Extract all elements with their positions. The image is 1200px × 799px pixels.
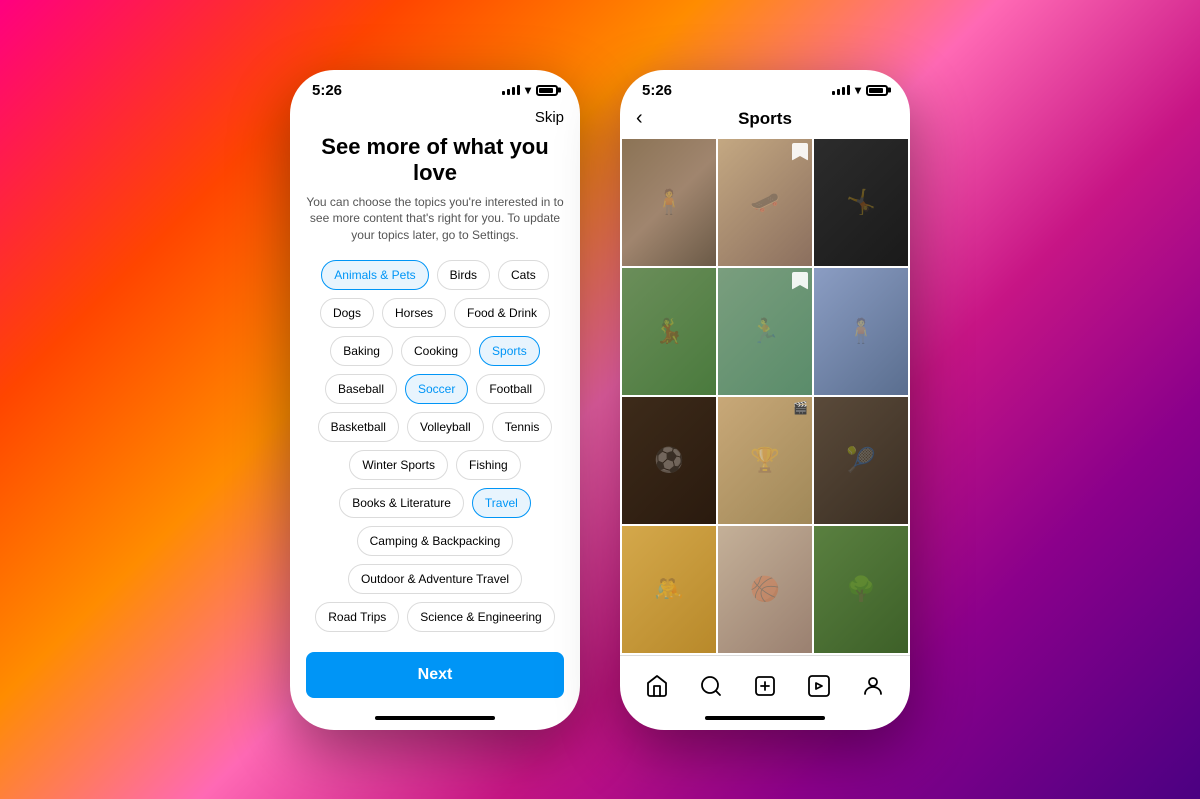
- tag-animals-pets[interactable]: Animals & Pets: [321, 260, 428, 290]
- signal-icon: [502, 85, 520, 95]
- status-bar-2: 5:26 ▾: [620, 70, 910, 105]
- tag-baking[interactable]: Baking: [330, 336, 393, 366]
- status-icons-1: ▾: [502, 83, 558, 97]
- page-title: Sports: [738, 109, 792, 129]
- tag-books-literature[interactable]: Books & Literature: [339, 488, 464, 518]
- grid-cell-2[interactable]: 🛹: [718, 139, 812, 266]
- tag-soccer[interactable]: Soccer: [405, 374, 468, 404]
- wifi-icon: ▾: [525, 83, 531, 97]
- tags-container: Animals & Pets Birds Cats Dogs Horses Fo…: [306, 260, 564, 636]
- tag-cooking[interactable]: Cooking: [401, 336, 471, 366]
- tag-tennis[interactable]: Tennis: [492, 412, 553, 442]
- battery-icon-2: [866, 85, 888, 96]
- search-nav-icon[interactable]: [693, 668, 729, 704]
- next-button[interactable]: Next: [306, 652, 564, 698]
- tag-outdoor-adventure[interactable]: Outdoor & Adventure Travel: [348, 564, 522, 594]
- grid-cell-6[interactable]: 🧍: [814, 268, 908, 395]
- tag-food-drink[interactable]: Food & Drink: [454, 298, 550, 328]
- reels-nav-icon[interactable]: [801, 668, 837, 704]
- grid-cell-12[interactable]: 🌳: [814, 526, 908, 653]
- grid-cell-3[interactable]: 🤸: [814, 139, 908, 266]
- add-nav-icon[interactable]: [747, 668, 783, 704]
- status-bar-1: 5:26 ▾: [290, 70, 580, 105]
- profile-nav-icon[interactable]: [855, 668, 891, 704]
- status-icons-2: ▾: [832, 83, 888, 97]
- grid-cell-11[interactable]: 🏀: [718, 526, 812, 653]
- topics-body: Skip See more of what you love You can c…: [290, 105, 580, 636]
- tag-road-trips[interactable]: Road Trips: [315, 602, 399, 632]
- tag-fishing[interactable]: Fishing: [456, 450, 521, 480]
- tag-birds[interactable]: Birds: [437, 260, 490, 290]
- phone-1: 5:26 ▾ Skip See more of what you love Yo…: [290, 70, 580, 730]
- grid-cell-10[interactable]: 🤼: [622, 526, 716, 653]
- tag-horses[interactable]: Horses: [382, 298, 446, 328]
- home-indicator-2: [705, 716, 825, 720]
- home-nav-icon[interactable]: [639, 668, 675, 704]
- grid-cell-5[interactable]: 🏃: [718, 268, 812, 395]
- signal-icon-2: [832, 85, 850, 95]
- tag-dogs[interactable]: Dogs: [320, 298, 374, 328]
- tag-travel[interactable]: Travel: [472, 488, 531, 518]
- tag-sports[interactable]: Sports: [479, 336, 540, 366]
- tag-science-engineering[interactable]: Science & Engineering: [407, 602, 554, 632]
- topics-subtitle: You can choose the topics you're interes…: [306, 194, 564, 244]
- sports-grid: 🧍 🛹 🤸 💃 🏃 🧍 ⚽ 🎬 🏆 🎾: [620, 139, 910, 655]
- battery-icon: [536, 85, 558, 96]
- status-time-2: 5:26: [642, 82, 672, 99]
- phone2-header: ‹ Sports: [620, 105, 910, 139]
- phone-2: 5:26 ▾ ‹ Sports 🧍 🛹 🤸: [620, 70, 910, 730]
- grid-cell-7[interactable]: ⚽: [622, 397, 716, 524]
- grid-cell-4[interactable]: 💃: [622, 268, 716, 395]
- topics-title: See more of what you love: [306, 134, 564, 186]
- tag-volleyball[interactable]: Volleyball: [407, 412, 484, 442]
- phone1-content: Skip See more of what you love You can c…: [290, 105, 580, 730]
- tag-football[interactable]: Football: [476, 374, 545, 404]
- grid-cell-9[interactable]: 🎾: [814, 397, 908, 524]
- status-time-1: 5:26: [312, 82, 342, 99]
- skip-button[interactable]: Skip: [306, 105, 564, 134]
- tag-winter-sports[interactable]: Winter Sports: [349, 450, 448, 480]
- wifi-icon-2: ▾: [855, 83, 861, 97]
- tag-camping[interactable]: Camping & Backpacking: [357, 526, 514, 556]
- back-button[interactable]: ‹: [636, 107, 643, 130]
- grid-cell-1[interactable]: 🧍: [622, 139, 716, 266]
- bottom-nav: [620, 655, 910, 710]
- tag-baseball[interactable]: Baseball: [325, 374, 397, 404]
- tag-basketball[interactable]: Basketball: [318, 412, 399, 442]
- grid-cell-8[interactable]: 🎬 🏆: [718, 397, 812, 524]
- home-indicator: [375, 716, 495, 720]
- tag-cats[interactable]: Cats: [498, 260, 549, 290]
